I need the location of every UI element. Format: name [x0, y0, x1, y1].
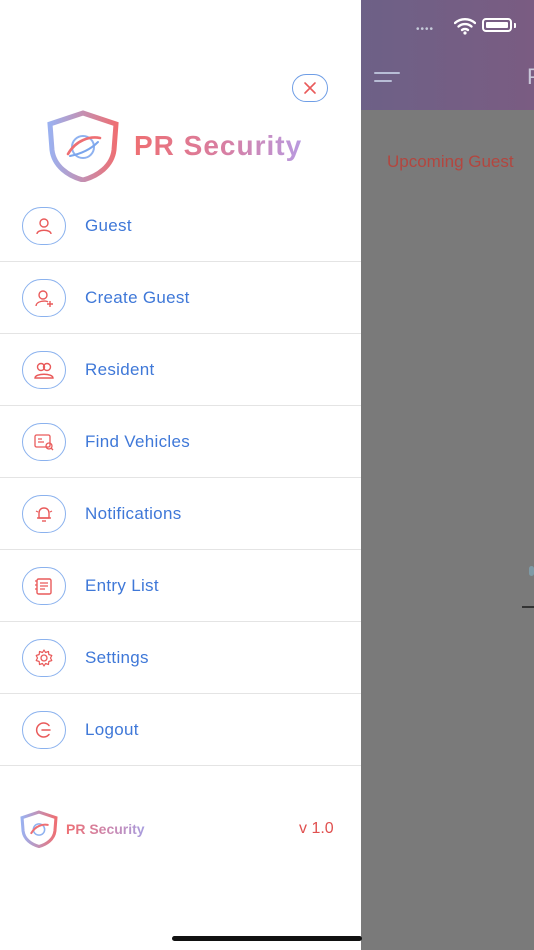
drawer-menu: Guest Create Guest Resident Find Vehicle…	[0, 190, 361, 766]
footer-brand: PR Security	[20, 810, 145, 848]
brand-logo: PR Security	[46, 110, 302, 182]
menu-item-resident[interactable]: Resident	[0, 334, 361, 406]
brand-name: PR Security	[134, 130, 303, 161]
background-divider	[522, 606, 534, 608]
home-indicator[interactable]	[172, 936, 362, 941]
menu-item-label: Notifications	[85, 504, 182, 523]
menu-item-label: Entry List	[85, 576, 159, 595]
menu-item-entry-list[interactable]: Entry List	[0, 550, 361, 622]
upcoming-guest-label: Upcoming Guest	[387, 152, 514, 171]
menu-item-guest[interactable]: Guest	[0, 190, 361, 262]
menu-item-find-vehicles[interactable]: Find Vehicles	[0, 406, 361, 478]
menu-item-settings[interactable]: Settings	[0, 622, 361, 694]
background-indicator	[529, 566, 534, 576]
shield-logo-icon	[47, 110, 119, 182]
menu-item-label: Find Vehicles	[85, 432, 191, 451]
vehicle-search-icon	[22, 423, 66, 461]
bell-icon	[22, 495, 66, 533]
battery-icon	[482, 18, 512, 32]
menu-item-create-guest[interactable]: Create Guest	[0, 262, 361, 334]
menu-item-label: Resident	[85, 360, 155, 379]
menu-item-label: Guest	[85, 216, 132, 235]
status-bar: ••••	[364, 14, 534, 38]
header-title: P	[527, 64, 534, 90]
menu-item-label: Create Guest	[85, 288, 190, 307]
user-icon	[22, 207, 66, 245]
battery-tip	[514, 23, 516, 28]
menu-item-label: Settings	[85, 648, 149, 667]
shield-logo-icon	[20, 810, 58, 848]
users-icon	[22, 351, 66, 389]
cellular-signal-icon: ••••	[416, 24, 435, 35]
add-user-icon	[22, 279, 66, 317]
list-icon	[22, 567, 66, 605]
app-version: v 1.0	[299, 820, 334, 837]
hamburger-menu-icon[interactable]	[374, 72, 400, 86]
navigation-drawer: PR Security Guest Create Guest Resident …	[0, 0, 361, 950]
footer-brand-name: PR Security	[66, 821, 145, 837]
menu-item-logout[interactable]: Logout	[0, 694, 361, 766]
wifi-icon	[454, 18, 476, 35]
menu-item-label: Logout	[85, 720, 139, 739]
close-button[interactable]	[292, 74, 328, 102]
logout-icon	[22, 711, 66, 749]
menu-item-notifications[interactable]: Notifications	[0, 478, 361, 550]
close-icon	[304, 82, 316, 94]
gear-icon	[22, 639, 66, 677]
